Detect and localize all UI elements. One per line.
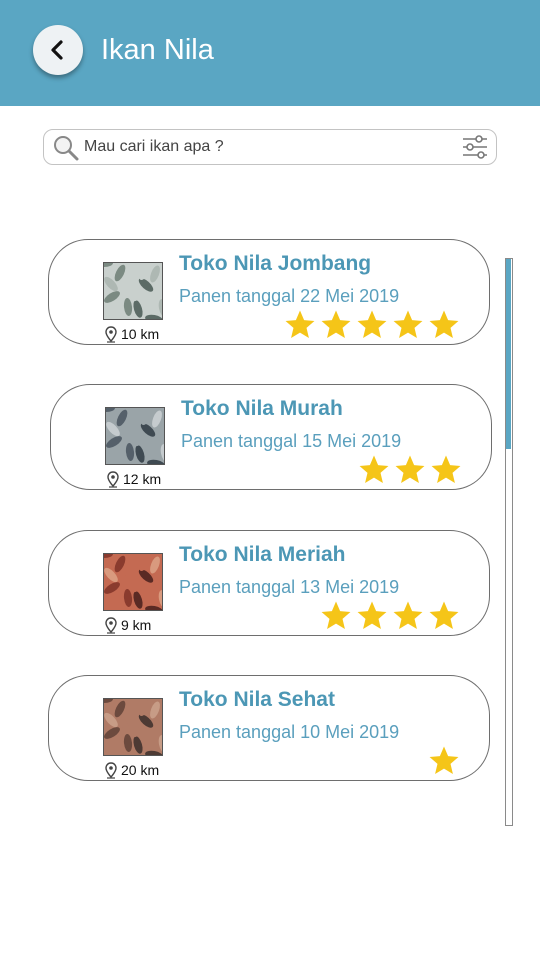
location-pin-icon [105,616,117,634]
chevron-left-icon [51,40,63,60]
star-icon [359,455,389,484]
store-name[interactable]: Toko Nila Meriah [179,543,345,567]
star-icon [321,310,351,339]
star-icon [429,746,459,775]
distance-info: 9 km [105,616,151,634]
store-card[interactable]: 9 km Toko Nila Meriah Panen tanggal 13 M… [48,530,490,636]
star-icon [285,310,315,339]
sliders-icon[interactable] [461,134,489,160]
distance-info: 20 km [105,761,159,779]
rating-stars [319,599,461,633]
store-photo [103,553,163,611]
harvest-date: Panen tanggal 22 Mei 2019 [179,286,400,306]
store-card[interactable]: 20 km Toko Nila Sehat Panen tanggal 10 M… [48,675,490,781]
search-input[interactable] [84,136,454,158]
rating-stars [357,453,463,487]
star-icon [393,310,423,339]
star-icon [431,455,461,484]
store-name[interactable]: Toko Nila Sehat [179,688,335,712]
store-card[interactable]: 12 km Toko Nila Murah Panen tanggal 15 M… [50,384,492,490]
location-pin-icon [105,325,117,343]
page-title: Ikan Nila [101,34,214,66]
star-icon [429,310,459,339]
star-icon [357,310,387,339]
store-photo [105,407,165,465]
search-icon [54,136,79,161]
distance-label: 20 km [121,762,160,778]
location-pin-icon [105,761,117,779]
distance-label: 10 km [121,326,160,342]
distance-label: 12 km [123,471,162,487]
distance-info: 10 km [105,325,159,343]
search-bar[interactable] [43,129,497,165]
location-pin-icon [107,470,119,488]
rating-stars [427,744,461,778]
star-icon [429,601,459,630]
star-icon [357,601,387,630]
scrollbar-thumb[interactable] [506,259,511,449]
store-name[interactable]: Toko Nila Jombang [179,252,371,276]
distance-info: 12 km [107,470,161,488]
store-name[interactable]: Toko Nila Murah [181,397,343,421]
harvest-date: Panen tanggal 13 Mei 2019 [179,577,400,597]
harvest-date: Panen tanggal 10 Mei 2019 [179,722,400,742]
store-card[interactable]: 10 km Toko Nila Jombang Panen tanggal 22… [48,239,490,345]
distance-label: 9 km [121,617,152,633]
star-icon [321,601,351,630]
star-icon [395,455,425,484]
back-button[interactable] [33,25,83,75]
rating-stars [283,308,461,342]
store-photo [103,698,163,756]
harvest-date: Panen tanggal 15 Mei 2019 [181,431,402,451]
store-photo [103,262,163,320]
app-bar: Ikan Nila [0,0,540,106]
scrollbar[interactable] [505,258,513,826]
star-icon [393,601,423,630]
